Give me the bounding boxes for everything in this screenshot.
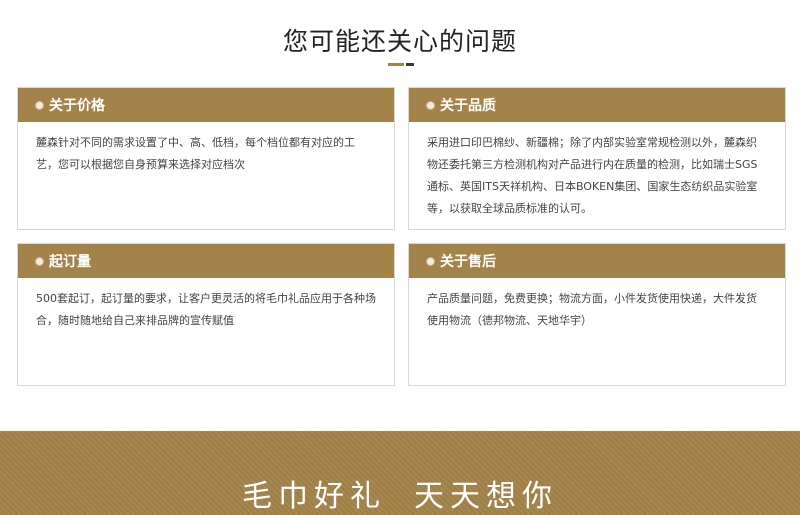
- card-heading: 关于价格: [49, 98, 105, 114]
- divider-dark: [406, 63, 414, 66]
- slogan-left: 毛巾好礼: [242, 479, 386, 514]
- card-price: 关于价格 麓森针对不同的需求设置了中、高、低档，每个档位都有对应的工艺，您可以根…: [17, 87, 395, 230]
- bullet-icon: [427, 257, 434, 265]
- card-body: 500套起订，起订量的要求，让客户更灵活的将毛巾礼品应用于各种场合，随时随地给自…: [36, 292, 376, 327]
- card-body: 麓森针对不同的需求设置了中、高、低档，每个档位都有对应的工艺，您可以根据您自身预…: [36, 136, 355, 171]
- card-header: 关于售后: [409, 244, 785, 278]
- card-quality: 关于品质 采用进口印巴棉纱、新疆棉；除了内部实验室常规检测以外，麓森织物还委托第…: [408, 87, 786, 230]
- bullet-icon: [427, 101, 434, 109]
- bullet-icon: [36, 257, 43, 265]
- card-body: 产品质量问题，免费更换；物流方面，小件发货使用快递，大件发货使用物流（德邦物流、…: [427, 292, 757, 327]
- banner-slogan: 毛巾好礼 天天想你: [0, 471, 800, 515]
- card-after-sales: 关于售后 产品质量问题，免费更换；物流方面，小件发货使用快递，大件发货使用物流（…: [408, 243, 786, 386]
- card-heading: 关于售后: [440, 254, 496, 270]
- card-moq: 起订量 500套起订，起订量的要求，让客户更灵活的将毛巾礼品应用于各种场合，随时…: [17, 243, 395, 386]
- bottom-banner: 毛巾好礼 天天想你: [0, 431, 800, 515]
- slogan-right: 天天想你: [414, 479, 558, 514]
- card-header: 关于品质: [409, 88, 785, 122]
- card-body: 采用进口印巴棉纱、新疆棉；除了内部实验室常规检测以外，麓森织物还委托第三方检测机…: [427, 136, 758, 215]
- card-header: 起订量: [18, 244, 394, 278]
- divider-gold: [388, 63, 404, 66]
- card-heading: 关于品质: [440, 98, 496, 114]
- card-header: 关于价格: [18, 88, 394, 122]
- title-divider: [388, 63, 414, 66]
- card-heading: 起订量: [49, 254, 91, 270]
- page-title: 您可能还关心的问题: [282, 27, 517, 56]
- bullet-icon: [36, 101, 43, 109]
